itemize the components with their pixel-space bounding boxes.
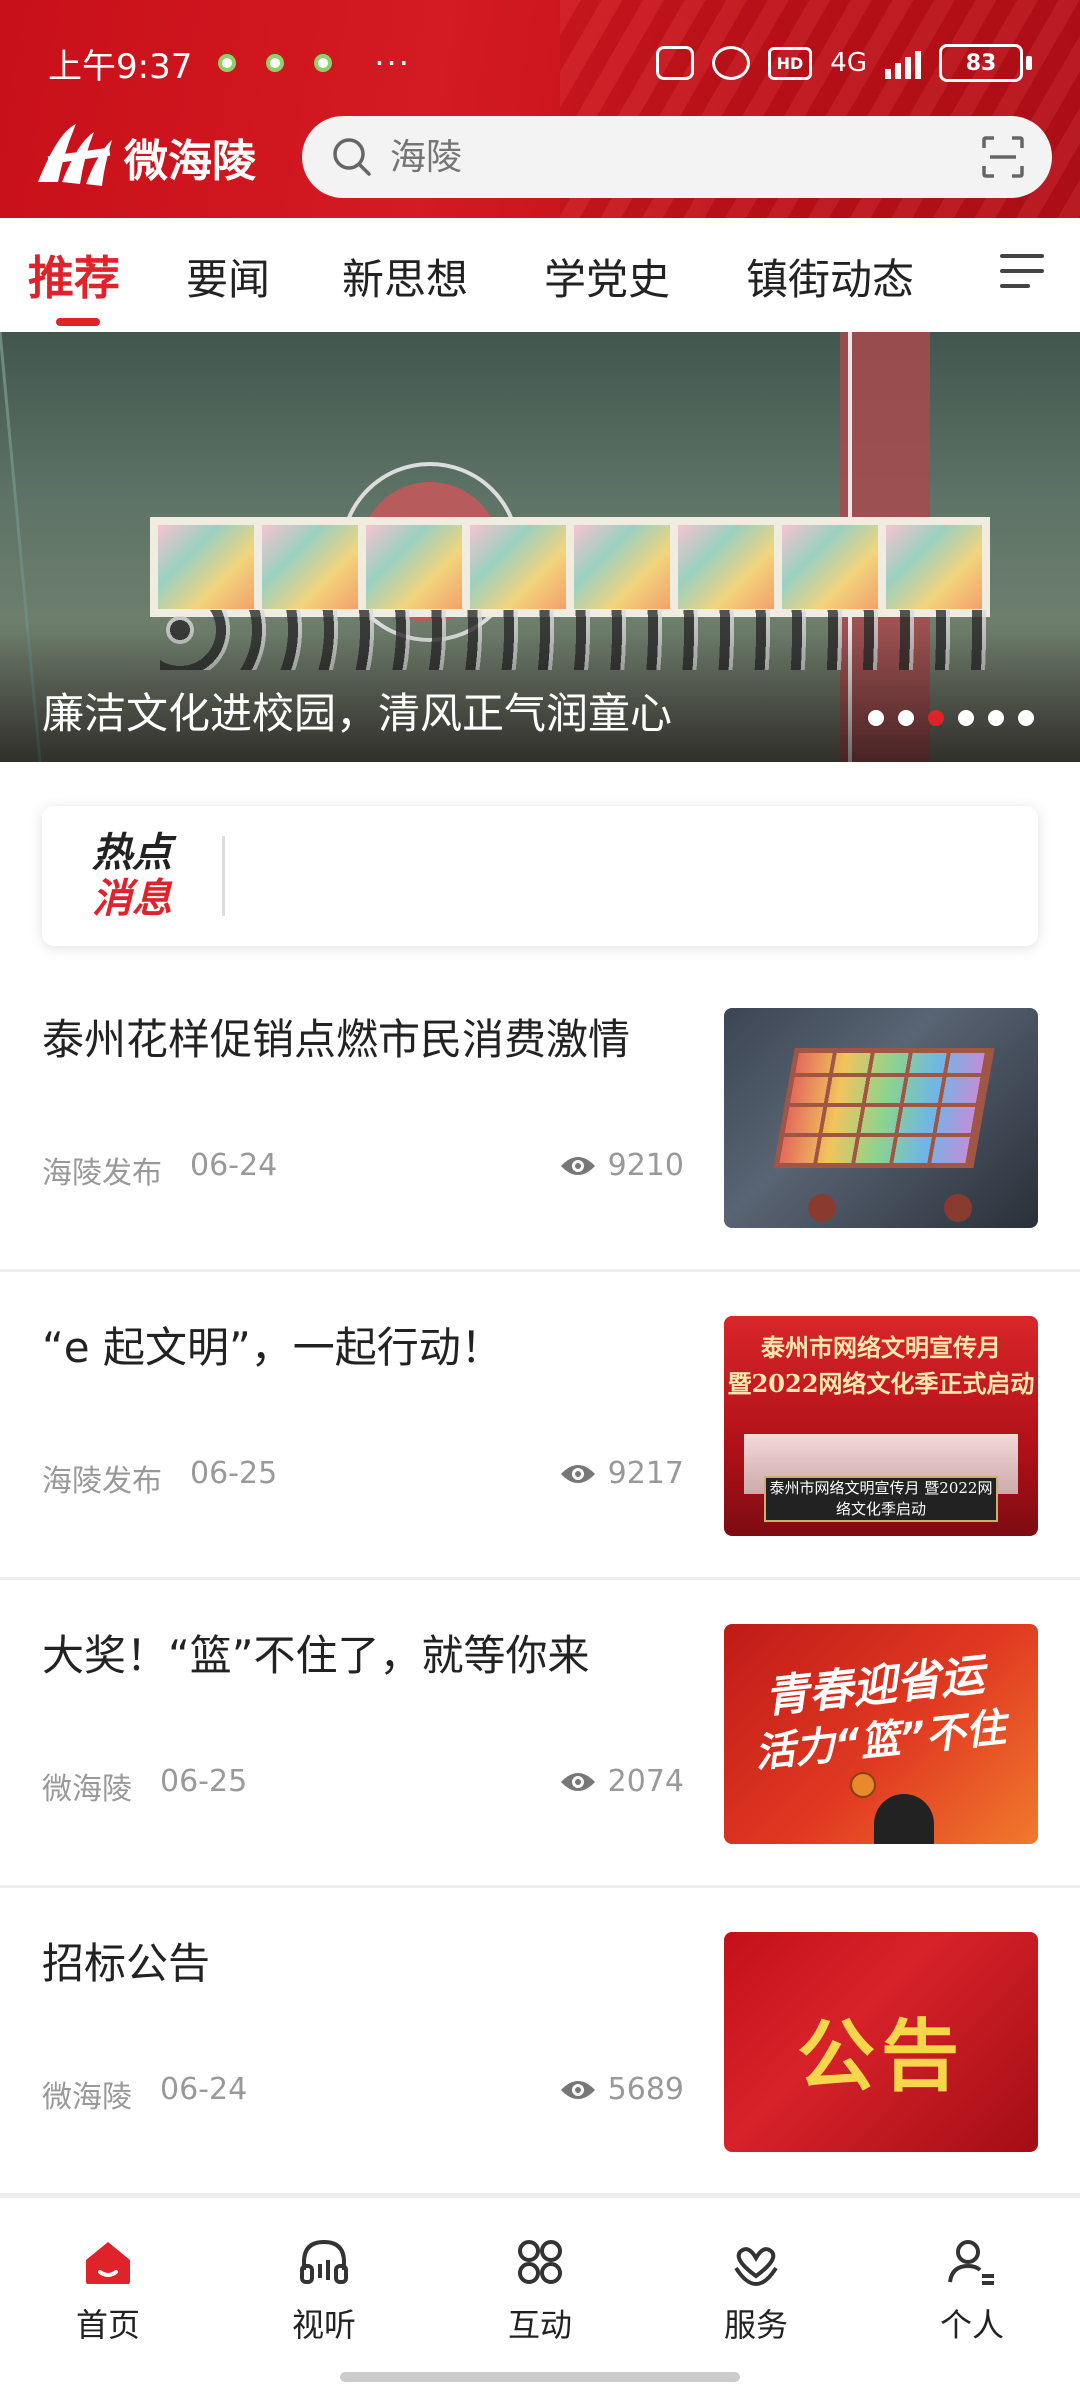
carousel-dot-active[interactable] [928,710,944,726]
home-icon [86,2242,130,2284]
network-type: 4G [830,48,867,78]
hot-news-label: 热点 消息 [92,830,172,922]
battery-level: 83 [939,44,1023,82]
basketball-icon [850,1772,876,1798]
heart-hands-icon [734,2247,778,2287]
news-thumbnail[interactable]: 泰州市网络文明宣传月 暨2022网络文化季正式启动 泰州市网络文明宣传月 暨20… [724,1316,1038,1536]
search-input[interactable] [390,136,982,178]
carousel-dot[interactable] [868,710,884,726]
headphones-icon [300,2239,348,2284]
news-item[interactable]: 泰州花样促销点燃市民消费激情 海陵发布 06-24 9210 [0,966,1080,1272]
news-views: 9210 [560,1148,684,1183]
logo-icon [38,124,112,186]
news-views: 9217 [560,1456,684,1491]
news-item[interactable]: “e 起文明”，一起行动！ 海陵发布 06-25 9217 泰州市网络文明宣传月… [0,1274,1080,1580]
nav-label: 首页 [75,2306,140,2344]
news-source: 微海陵 [42,2080,132,2115]
thumbnail-text: 公告 [796,2012,965,2102]
banner-caption: 廉洁文化进校园，清风正气润童心 [42,689,673,738]
carousel-dot[interactable] [958,710,974,726]
notification-icon [266,54,285,72]
eye-icon [560,2080,595,2099]
carousel-dot[interactable] [898,710,914,726]
news-date: 06-24 [160,2072,248,2107]
news-source: 微海陵 [42,1772,132,1807]
nav-profile[interactable]: 个人 [912,2234,1032,2346]
eye-icon [560,1464,595,1483]
news-title: 泰州花样促销点燃市民消费激情 [42,1015,631,1064]
carousel-indicator [868,710,1034,726]
bottom-navigation: 首页 视听 互动 服务 个人 [0,2196,1080,2400]
hd-icon: HD [767,46,813,80]
app-logo[interactable]: 微海陵 [28,112,278,202]
nav-label: 个人 [939,2306,1004,2344]
news-date: 06-24 [190,1148,278,1183]
thumbnail-text: 泰州市网络文明宣传月 暨2022网络文化季启动 [764,1476,998,1522]
more-notifications-icon: ··· [374,44,411,82]
home-indicator[interactable] [340,2372,740,2382]
view-count: 9210 [607,1148,684,1183]
active-tab-indicator [56,318,100,326]
notification-icon [314,54,333,72]
person-icon [948,2240,994,2285]
nav-interact[interactable]: 互动 [480,2234,600,2346]
app-header: 上午9:37 ··· HD 4G 83 微海陵 [0,0,1080,218]
grid-icon [518,2240,562,2284]
news-item[interactable]: 大奖！“篮”不住了，就等你来 微海陵 06-25 2074 青春迎省运 活力“篮… [0,1582,1080,1888]
search-bar[interactable] [302,116,1052,198]
eye-icon [560,1156,595,1175]
tab-party-history[interactable]: 学党史 [544,246,670,307]
view-count: 5689 [607,2072,684,2107]
tab-new-thought[interactable]: 新思想 [342,246,468,307]
view-count: 2074 [607,1764,684,1799]
mute-icon [655,46,694,80]
search-icon [333,138,371,176]
scan-icon[interactable] [982,136,1024,178]
notification-icons [218,54,333,72]
nav-media[interactable]: 视听 [264,2234,384,2346]
tab-recommend[interactable]: 推荐 [28,242,120,308]
status-right: HD 4G 83 [655,44,1032,82]
thumbnail-text: 泰州市网络文明宣传月 [761,1333,1001,1362]
news-thumbnail[interactable] [724,1008,1038,1228]
channel-menu-icon[interactable] [1000,254,1044,290]
thumbnail-text: 暨2022网络文化季正式启动 [727,1369,1035,1398]
news-title: 大奖！“篮”不住了，就等你来 [42,1631,590,1680]
eye-icon [560,1772,595,1791]
app-name: 微海陵 [124,136,256,187]
news-title: “e 起文明”，一起行动！ [42,1323,503,1372]
hot-news-ticker[interactable]: 热点 消息 [42,806,1038,946]
carousel-dot[interactable] [988,710,1004,726]
news-item[interactable]: 招标公告 微海陵 06-24 5689 公告 [0,1890,1080,2196]
nav-label: 服务 [723,2306,788,2344]
status-time: 上午9:37 [48,46,193,87]
tab-headlines[interactable]: 要闻 [186,246,270,307]
view-count: 9217 [607,1456,684,1491]
news-thumbnail[interactable]: 公告 [724,1932,1038,2152]
status-bar: 上午9:37 ··· HD 4G 83 [48,28,1032,98]
category-tabs: 推荐 要闻 新思想 学党史 镇街动态 [0,218,1080,330]
news-source: 海陵发布 [42,1464,162,1499]
nav-label: 视听 [291,2306,356,2344]
carousel-dot[interactable] [1018,710,1034,726]
signal-icon [885,47,921,79]
battery-icon: 83 [939,44,1032,82]
tab-town-news[interactable]: 镇街动态 [746,246,914,307]
nav-service[interactable]: 服务 [696,2234,816,2346]
divider [222,836,225,916]
alarm-icon [711,46,750,80]
nav-label: 互动 [507,2306,572,2344]
news-title: 招标公告 [42,1939,211,1988]
nav-home[interactable]: 首页 [48,2234,168,2346]
banner-carousel[interactable]: 廉洁文化进校园，清风正气润童心 [0,332,1080,762]
shopping-cart-image [773,1048,995,1168]
notification-icon [218,54,237,72]
banner-image [150,517,990,617]
news-views: 2074 [560,1764,684,1799]
news-date: 06-25 [160,1764,248,1799]
news-date: 06-25 [190,1456,278,1491]
news-views: 5689 [560,2072,684,2107]
news-thumbnail[interactable]: 青春迎省运 活力“篮”不住 [724,1624,1038,1844]
news-source: 海陵发布 [42,1156,162,1191]
